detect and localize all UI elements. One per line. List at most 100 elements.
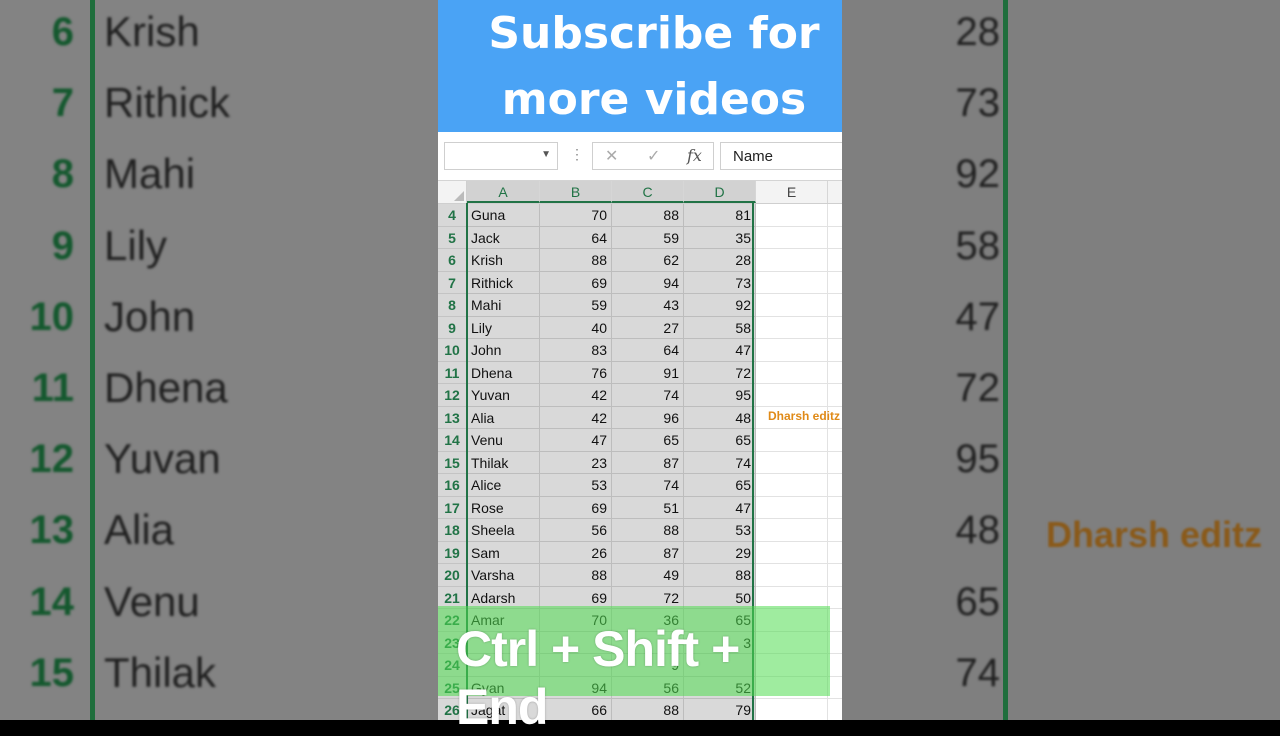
cell-f[interactable] bbox=[828, 361, 842, 384]
cell-e[interactable] bbox=[756, 316, 828, 339]
chevron-down-icon[interactable]: ▼ bbox=[541, 149, 551, 160]
cell-b[interactable]: 40 bbox=[540, 316, 612, 339]
cell-name[interactable]: Dhena bbox=[467, 361, 540, 384]
cell-b[interactable]: 70 bbox=[540, 204, 612, 227]
cell-b[interactable]: 64 bbox=[540, 226, 612, 249]
cell-b[interactable]: 59 bbox=[540, 294, 612, 317]
cell-b[interactable]: 56 bbox=[540, 519, 612, 542]
row-number[interactable]: 4 bbox=[438, 204, 466, 227]
cell-c[interactable]: 74 bbox=[612, 474, 684, 497]
cell-d[interactable]: 65 bbox=[684, 429, 756, 452]
cell-e[interactable] bbox=[756, 271, 828, 294]
cell-d[interactable]: 73 bbox=[684, 271, 756, 294]
cell-d[interactable]: 81 bbox=[684, 204, 756, 227]
row-number[interactable]: 12 bbox=[438, 384, 466, 407]
row-number[interactable]: 6 bbox=[438, 249, 466, 272]
cell-e[interactable] bbox=[756, 339, 828, 362]
cell-name[interactable]: Thilak bbox=[467, 451, 540, 474]
cell-name[interactable]: Lily bbox=[467, 316, 540, 339]
cell-d[interactable]: 72 bbox=[684, 361, 756, 384]
cell-name[interactable]: Rose bbox=[467, 496, 540, 519]
cell-c[interactable]: 62 bbox=[612, 249, 684, 272]
insert-function-icon[interactable]: fx bbox=[687, 146, 702, 165]
cell-name[interactable]: Sheela bbox=[467, 519, 540, 542]
cell-name[interactable]: Alice bbox=[467, 474, 540, 497]
cell-f[interactable] bbox=[828, 654, 842, 677]
cell-c[interactable]: 87 bbox=[612, 541, 684, 564]
cell-b[interactable]: 69 bbox=[540, 271, 612, 294]
cell-c[interactable]: 49 bbox=[612, 564, 684, 587]
row-number[interactable]: 13 bbox=[438, 406, 466, 429]
column-header-c[interactable]: C bbox=[612, 181, 684, 203]
cell-c[interactable]: 91 bbox=[612, 361, 684, 384]
row-number[interactable]: 7 bbox=[438, 271, 466, 294]
row-number[interactable]: 11 bbox=[438, 361, 466, 384]
cell-f[interactable] bbox=[828, 451, 842, 474]
row-number[interactable]: 14 bbox=[438, 429, 466, 452]
cell-e[interactable] bbox=[756, 519, 828, 542]
cell-name[interactable]: Krish bbox=[467, 249, 540, 272]
cell-d[interactable]: 92 bbox=[684, 294, 756, 317]
cell-b[interactable]: 88 bbox=[540, 564, 612, 587]
row-number[interactable]: 19 bbox=[438, 541, 466, 564]
cell-b[interactable]: 42 bbox=[540, 406, 612, 429]
cell-f[interactable] bbox=[828, 564, 842, 587]
name-box[interactable]: ▼ bbox=[444, 142, 558, 170]
cell-b[interactable]: 23 bbox=[540, 451, 612, 474]
cell-d[interactable]: 58 bbox=[684, 316, 756, 339]
cell-d[interactable]: 88 bbox=[684, 564, 756, 587]
row-number[interactable]: 18 bbox=[438, 519, 466, 542]
cell-f[interactable] bbox=[828, 339, 842, 362]
cell-c[interactable]: 94 bbox=[612, 271, 684, 294]
cell-f[interactable] bbox=[828, 226, 842, 249]
cell-d[interactable]: 47 bbox=[684, 339, 756, 362]
cell-f[interactable] bbox=[828, 249, 842, 272]
cell-e[interactable] bbox=[756, 541, 828, 564]
cell-c[interactable]: 51 bbox=[612, 496, 684, 519]
column-header-e[interactable]: E bbox=[756, 181, 828, 203]
cell-f[interactable] bbox=[828, 204, 842, 227]
cell-d[interactable]: 95 bbox=[684, 384, 756, 407]
cell-c[interactable]: 96 bbox=[612, 406, 684, 429]
cell-name[interactable]: Sam bbox=[467, 541, 540, 564]
cell-e[interactable] bbox=[756, 249, 828, 272]
cell-c[interactable]: 88 bbox=[612, 204, 684, 227]
cell-e[interactable] bbox=[756, 384, 828, 407]
cell-c[interactable]: 64 bbox=[612, 339, 684, 362]
cell-e[interactable] bbox=[756, 496, 828, 519]
cell-f[interactable] bbox=[828, 631, 842, 654]
cell-c[interactable]: 87 bbox=[612, 451, 684, 474]
cell-d[interactable]: 29 bbox=[684, 541, 756, 564]
cell-e[interactable] bbox=[756, 429, 828, 452]
cell-b[interactable]: 83 bbox=[540, 339, 612, 362]
cell-f[interactable] bbox=[828, 316, 842, 339]
formula-input[interactable]: Name bbox=[720, 142, 842, 170]
row-number[interactable]: 17 bbox=[438, 496, 466, 519]
enter-icon[interactable]: ✓ bbox=[647, 146, 660, 166]
cell-f[interactable] bbox=[828, 496, 842, 519]
row-number[interactable]: 10 bbox=[438, 339, 466, 362]
cell-f[interactable] bbox=[828, 586, 842, 609]
cell-c[interactable]: 27 bbox=[612, 316, 684, 339]
cell-e[interactable] bbox=[756, 361, 828, 384]
cell-name[interactable]: Varsha bbox=[467, 564, 540, 587]
cell-f[interactable] bbox=[828, 384, 842, 407]
cell-d[interactable]: 28 bbox=[684, 249, 756, 272]
cell-f[interactable] bbox=[828, 474, 842, 497]
cell-name[interactable]: Venu bbox=[467, 429, 540, 452]
cell-name[interactable]: Mahi bbox=[467, 294, 540, 317]
row-number[interactable]: 15 bbox=[438, 451, 466, 474]
cell-b[interactable]: 88 bbox=[540, 249, 612, 272]
row-number[interactable]: 20 bbox=[438, 564, 466, 587]
cell-name[interactable]: John bbox=[467, 339, 540, 362]
cell-d[interactable]: 48 bbox=[684, 406, 756, 429]
row-number[interactable]: 16 bbox=[438, 474, 466, 497]
cell-e[interactable] bbox=[756, 564, 828, 587]
cell-d[interactable]: 65 bbox=[684, 474, 756, 497]
cell-b[interactable]: 26 bbox=[540, 541, 612, 564]
cell-f[interactable] bbox=[828, 294, 842, 317]
drag-handle-icon[interactable]: ⋮ bbox=[570, 146, 584, 163]
column-header-a[interactable]: A bbox=[467, 181, 540, 203]
cell-d[interactable]: 35 bbox=[684, 226, 756, 249]
cell-f[interactable] bbox=[828, 676, 842, 699]
